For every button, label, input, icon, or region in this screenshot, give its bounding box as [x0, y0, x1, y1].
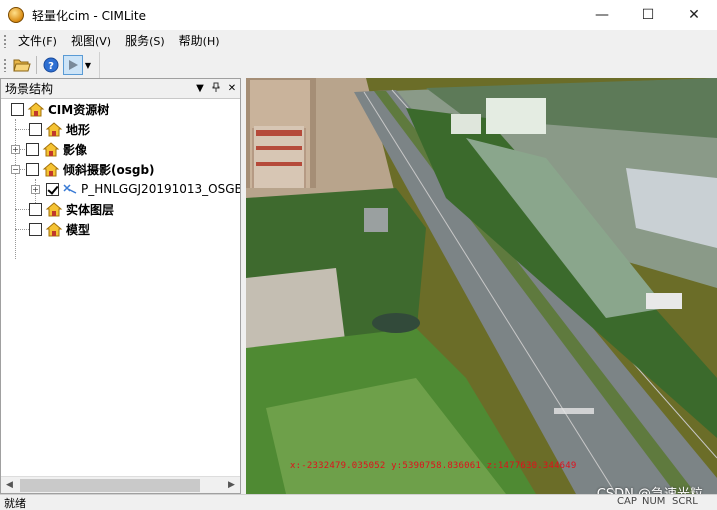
collapse-icon[interactable]: − — [11, 164, 20, 174]
tree-node-label: CIM资源树 — [48, 102, 110, 117]
panel-dropdown-icon[interactable]: ▼ — [192, 83, 208, 94]
tree-checkbox[interactable] — [26, 142, 39, 156]
house-icon — [27, 102, 45, 117]
panel-title: 场景结构 — [5, 82, 54, 96]
panel-pin-icon[interactable] — [208, 82, 224, 95]
scene-panel: 场景结构 ▼ ✕ CIM资源树 地形 + 影像 − 倾斜摄影(osgb) + P… — [0, 78, 241, 494]
tree-checkbox[interactable] — [29, 222, 42, 236]
title-bar: 轻量化cim - CIMLite — ☐ ✕ — [0, 0, 717, 30]
tree-checkbox[interactable] — [26, 162, 39, 176]
help-button[interactable]: ? — [41, 55, 61, 75]
house-icon — [42, 162, 60, 177]
toolbar-overflow-icon[interactable]: ▼ — [84, 55, 92, 75]
scene-viewport[interactable]: x:-2332479.035052 y:5390758.836061 z:147… — [246, 78, 717, 494]
tree-horizontal-scrollbar[interactable]: ◀ ▶ — [1, 476, 240, 493]
minimize-button[interactable]: — — [579, 0, 625, 30]
help-icon: ? — [43, 57, 59, 73]
tree-node-entity[interactable]: 实体图层 — [29, 199, 114, 219]
tree-node-model[interactable]: 模型 — [29, 219, 90, 239]
resource-tree: CIM资源树 地形 + 影像 − 倾斜摄影(osgb) + P_HNLGGJ20… — [1, 99, 240, 477]
menu-bar: 文件(F) 视图(V) 服务(S) 帮助(H) — [0, 30, 717, 52]
menu-file[interactable]: 文件(F) — [11, 30, 64, 53]
tree-node-label: P_HNLGGJ20191013_OSGB — [81, 182, 240, 196]
app-icon — [8, 7, 24, 23]
tree-node-label: 模型 — [66, 222, 91, 237]
tree-line — [15, 129, 29, 130]
house-icon — [45, 202, 63, 217]
coordinate-readout: x:-2332479.035052 y:5390758.836061 z:147… — [290, 461, 577, 471]
toolbar: ? ▼ — [0, 52, 100, 78]
tree-node-cim[interactable]: CIM资源树 — [11, 99, 109, 119]
tree-node-label: 实体图层 — [66, 202, 115, 217]
panel-header: 场景结构 ▼ ✕ — [1, 79, 240, 99]
menu-help[interactable]: 帮助(H) — [172, 30, 227, 53]
maximize-button[interactable]: ☐ — [625, 0, 671, 30]
tree-checkbox[interactable] — [11, 102, 24, 116]
oblique-photo-scene — [246, 78, 717, 494]
open-folder-button[interactable] — [12, 55, 32, 75]
tree-node-label: 地形 — [66, 122, 91, 137]
tree-line — [15, 229, 29, 230]
window-title: 轻量化cim - CIMLite — [32, 8, 146, 23]
scroll-left-icon[interactable]: ◀ — [1, 477, 18, 494]
close-button[interactable]: ✕ — [671, 0, 717, 30]
expand-icon[interactable]: + — [31, 184, 40, 194]
open-folder-icon — [13, 59, 31, 72]
status-bar: 就绪 CAP NUM SCRL — [0, 494, 717, 510]
cap-indicator: CAP — [617, 496, 637, 507]
scrollbar-thumb[interactable] — [20, 478, 200, 492]
tree-checkbox[interactable] — [29, 122, 42, 136]
play-button[interactable] — [63, 55, 83, 75]
menu-service[interactable]: 服务(S) — [118, 30, 172, 53]
toolbar-separator — [36, 56, 37, 74]
play-icon — [69, 60, 78, 70]
scrl-indicator: SCRL — [672, 496, 698, 507]
svg-text:?: ? — [48, 61, 54, 72]
status-text: 就绪 — [4, 496, 26, 510]
panel-close-icon[interactable]: ✕ — [224, 83, 240, 94]
tree-line — [15, 209, 29, 210]
scroll-right-icon[interactable]: ▶ — [223, 477, 240, 494]
toolbar-grip-icon[interactable] — [3, 58, 7, 72]
tree-checkbox[interactable] — [29, 202, 42, 216]
tree-node-osgb-layer[interactable]: + P_HNLGGJ20191013_OSGB — [31, 179, 240, 199]
house-icon — [42, 142, 60, 157]
expand-icon[interactable]: + — [11, 144, 20, 154]
menu-view[interactable]: 视图(V) — [64, 30, 118, 53]
tree-node-label: 倾斜摄影(osgb) — [63, 162, 155, 177]
tree-node-label: 影像 — [63, 142, 88, 157]
house-icon — [45, 222, 63, 237]
tree-node-oblique[interactable]: − 倾斜摄影(osgb) — [11, 159, 155, 179]
osgb-layer-icon — [63, 184, 77, 194]
num-indicator: NUM — [642, 496, 666, 507]
tree-node-imagery[interactable]: + 影像 — [11, 139, 87, 159]
tree-node-terrain[interactable]: 地形 — [29, 119, 90, 139]
tree-checkbox-checked[interactable] — [46, 182, 59, 196]
house-icon — [45, 122, 63, 137]
menu-grip-icon[interactable] — [3, 34, 7, 48]
